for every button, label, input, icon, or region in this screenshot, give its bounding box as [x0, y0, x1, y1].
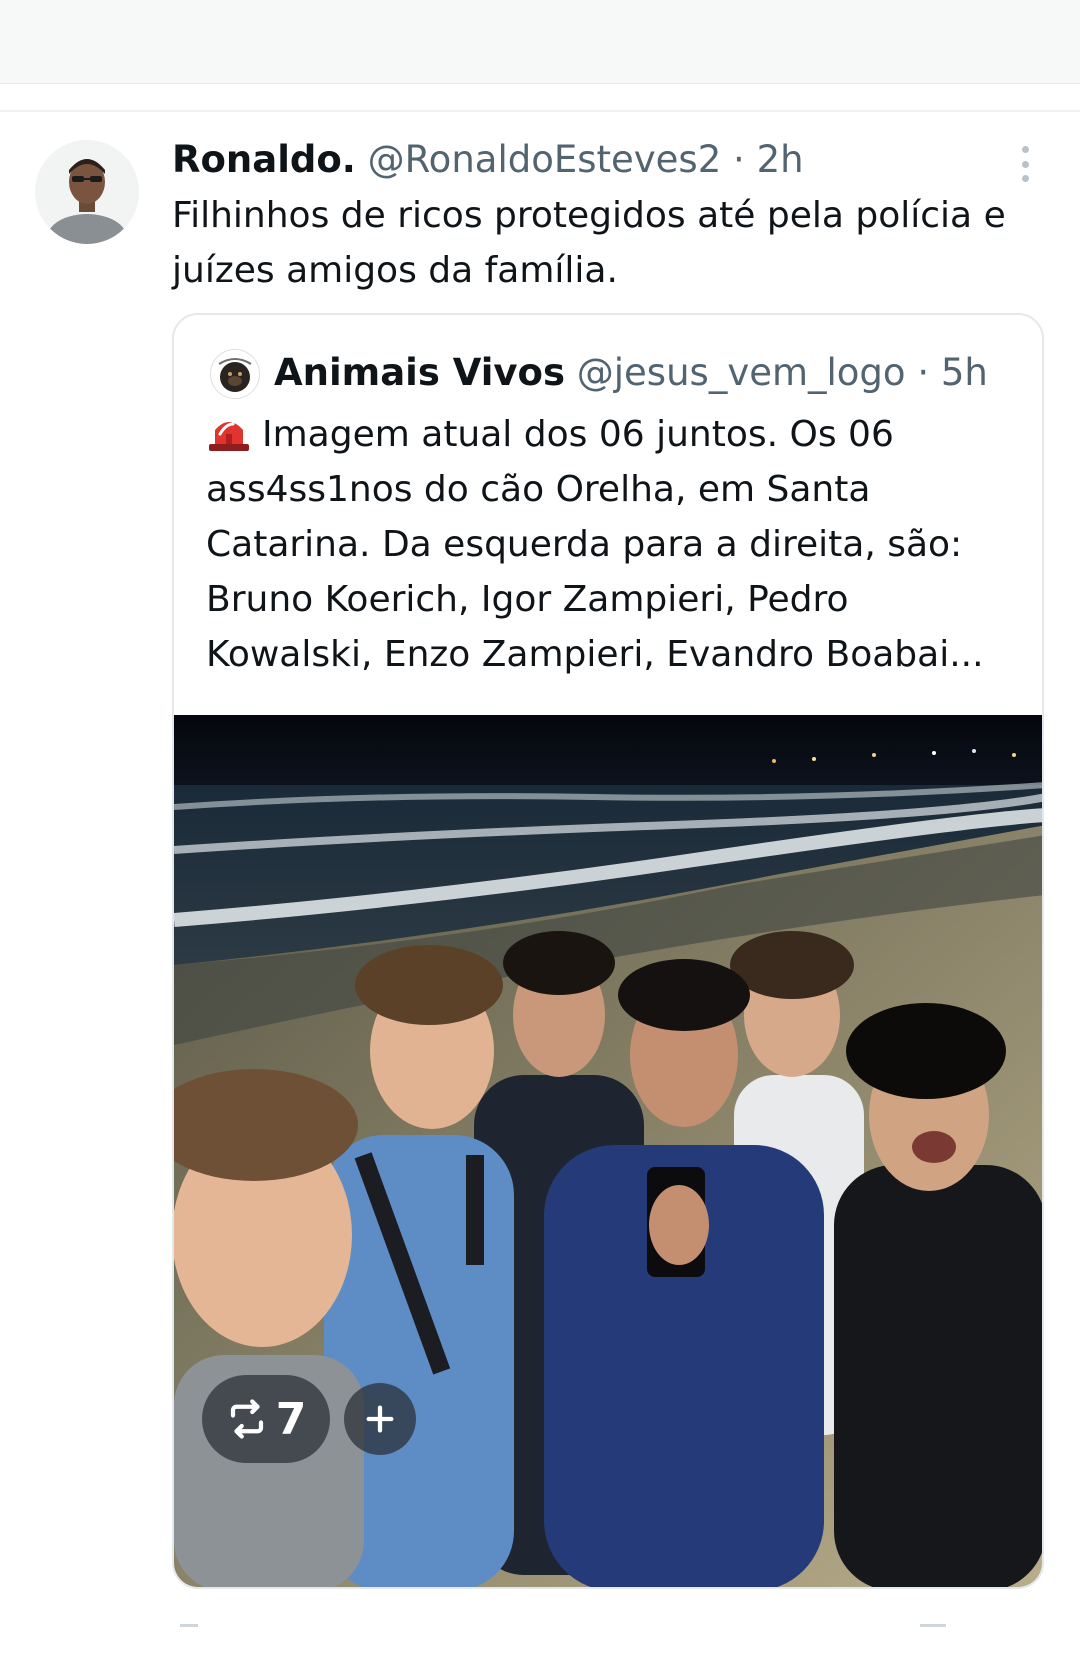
quoted-author-handle[interactable]: @jesus_vem_logo [577, 351, 906, 394]
tweet-time[interactable]: 2h [757, 138, 804, 181]
author-handle[interactable]: @RonaldoEsteves2 [368, 138, 722, 181]
plus-icon [363, 1402, 397, 1436]
quoted-tweet-header: Animais Vivos @jesus_vem_logo · 5h [274, 345, 988, 401]
divider [0, 110, 1080, 112]
retweet-count-button[interactable]: 7 [202, 1375, 330, 1463]
divider [920, 1624, 946, 1627]
quoted-tweet-card[interactable]: Animais Vivos @jesus_vem_logo · 5h Image… [172, 313, 1044, 1589]
separator: · [733, 138, 745, 181]
retweet-icon [226, 1398, 268, 1440]
quoted-author-name[interactable]: Animais Vivos [274, 351, 565, 394]
top-bar [0, 0, 1080, 84]
quoted-tweet-time[interactable]: 5h [941, 351, 988, 394]
separator: · [917, 351, 930, 394]
add-button[interactable] [344, 1383, 416, 1455]
quoted-author-avatar[interactable] [210, 349, 260, 399]
quoted-tweet-text-block: Imagem atual dos 06 juntos. Os 06 ass4ss… [206, 407, 1026, 682]
divider [180, 1624, 198, 1627]
author-avatar[interactable] [35, 140, 139, 244]
quoted-tweet-text: Imagem atual dos 06 juntos. Os 06 ass4ss… [206, 414, 984, 675]
siren-icon [206, 412, 252, 452]
retweet-count: 7 [275, 1393, 307, 1445]
author-name[interactable]: Ronaldo. [172, 138, 356, 181]
bottom-strip [0, 1622, 1080, 1673]
more-options-icon[interactable] [1010, 142, 1040, 186]
tweet-text: Filhinhos de ricos protegidos até pela p… [172, 195, 1006, 291]
tweet-header: Ronaldo. @RonaldoEsteves2 · 2h [172, 132, 804, 188]
